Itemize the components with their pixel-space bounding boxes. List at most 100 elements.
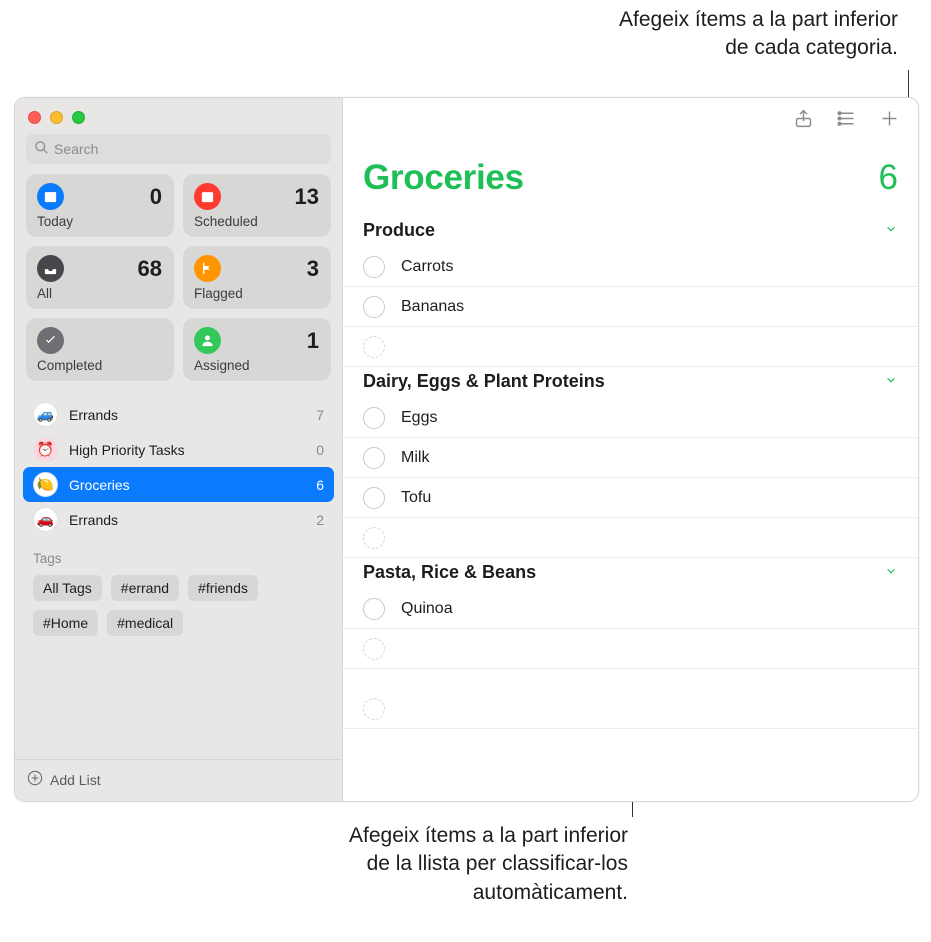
- list-icon: 🍋: [33, 472, 58, 497]
- list-name: Groceries: [69, 477, 130, 493]
- flag-icon: [194, 255, 221, 282]
- section-header-produce[interactable]: Produce: [343, 216, 918, 247]
- search-icon: [34, 140, 54, 158]
- checkbox-placeholder-icon: [363, 336, 385, 358]
- smart-list-scheduled[interactable]: 13 Scheduled: [183, 174, 331, 237]
- my-lists: 🚙 Errands 7 ⏰ High Priority Tasks 0 🍋 Gr…: [15, 391, 342, 537]
- list-name: Errands: [69, 407, 118, 423]
- checkbox[interactable]: [363, 256, 385, 278]
- add-item-bottom-placeholder[interactable]: .: [343, 689, 918, 729]
- smart-lists-grid: 0 Today 13 Scheduled 68 All: [15, 174, 342, 391]
- list-count: 2: [316, 512, 324, 528]
- tag-all[interactable]: All Tags: [33, 575, 102, 601]
- reminder-text: Eggs: [401, 409, 898, 427]
- checkbox[interactable]: [363, 407, 385, 429]
- add-list-label: Add List: [50, 772, 101, 788]
- calendar-icon: [194, 183, 221, 210]
- list-icon: 🚗: [33, 507, 58, 532]
- reminder-text: Bananas: [401, 298, 898, 316]
- main-pane: Groceries 6 Produce Carrots Bananas .: [343, 98, 918, 801]
- reminder-text: Milk: [401, 449, 898, 467]
- smart-list-assigned[interactable]: 1 Assigned: [183, 318, 331, 381]
- reminder-item[interactable]: Carrots: [343, 247, 918, 287]
- close-window-button[interactable]: [28, 111, 41, 124]
- list-count: 0: [316, 442, 324, 458]
- view-options-button[interactable]: [836, 108, 857, 133]
- list-total-count: 6: [879, 158, 898, 198]
- reminder-item[interactable]: Milk: [343, 438, 918, 478]
- smart-label: Assigned: [194, 358, 319, 373]
- section-header-dairy[interactable]: Dairy, Eggs & Plant Proteins: [343, 367, 918, 398]
- add-item-placeholder[interactable]: .: [343, 327, 918, 367]
- add-item-placeholder[interactable]: .: [343, 518, 918, 558]
- smart-list-flagged[interactable]: 3 Flagged: [183, 246, 331, 309]
- smart-label: Flagged: [194, 286, 319, 301]
- checkbox-placeholder-icon: [363, 698, 385, 720]
- list-name: High Priority Tasks: [69, 442, 185, 458]
- reminder-item[interactable]: Tofu: [343, 478, 918, 518]
- annotation-bottom: Afegeix ítems a la part inferior de la l…: [208, 822, 628, 907]
- list-title: Groceries: [363, 158, 524, 198]
- smart-count: 1: [307, 328, 319, 354]
- reminder-text: Tofu: [401, 489, 898, 507]
- reminders-content: Produce Carrots Bananas . Dairy, Eggs & …: [343, 216, 918, 729]
- list-header: Groceries 6: [343, 143, 918, 216]
- smart-count: 68: [138, 256, 162, 282]
- list-row-high-priority[interactable]: ⏰ High Priority Tasks 0: [23, 432, 334, 467]
- checkbox-placeholder-icon: [363, 638, 385, 660]
- tag-friends[interactable]: #friends: [188, 575, 258, 601]
- list-row-errands[interactable]: 🚙 Errands 7: [23, 397, 334, 432]
- add-list-button[interactable]: Add List: [15, 759, 342, 801]
- smart-list-completed[interactable]: Completed: [26, 318, 174, 381]
- checkbox[interactable]: [363, 447, 385, 469]
- add-item-placeholder[interactable]: .: [343, 629, 918, 669]
- chevron-down-icon: [884, 371, 898, 392]
- section-title: Produce: [363, 220, 435, 241]
- share-button[interactable]: [793, 108, 814, 133]
- smart-list-all[interactable]: 68 All: [26, 246, 174, 309]
- section-header-pasta[interactable]: Pasta, Rice & Beans: [343, 558, 918, 589]
- new-reminder-button[interactable]: [879, 108, 900, 133]
- tag-home[interactable]: #Home: [33, 610, 98, 636]
- reminder-item[interactable]: Quinoa: [343, 589, 918, 629]
- window-controls: [15, 107, 342, 134]
- list-count: 6: [316, 477, 324, 493]
- toolbar: [343, 98, 918, 143]
- checkbox[interactable]: [363, 487, 385, 509]
- zoom-window-button[interactable]: [72, 111, 85, 124]
- reminder-item[interactable]: Bananas: [343, 287, 918, 327]
- list-row-errands-2[interactable]: 🚗 Errands 2: [23, 502, 334, 537]
- list-icon: 🚙: [33, 402, 58, 427]
- calendar-icon: [37, 183, 64, 210]
- reminder-item[interactable]: Eggs: [343, 398, 918, 438]
- smart-label: All: [37, 286, 162, 301]
- tray-icon: [37, 255, 64, 282]
- list-row-groceries[interactable]: 🍋 Groceries 6: [23, 467, 334, 502]
- chevron-down-icon: [884, 562, 898, 583]
- smart-label: Today: [37, 214, 162, 229]
- tag-medical[interactable]: #medical: [107, 610, 183, 636]
- smart-label: Completed: [37, 358, 162, 373]
- checkbox[interactable]: [363, 598, 385, 620]
- list-count: 7: [316, 407, 324, 423]
- reminder-text: Quinoa: [401, 600, 898, 618]
- smart-list-today[interactable]: 0 Today: [26, 174, 174, 237]
- reminder-text: Carrots: [401, 258, 898, 276]
- minimize-window-button[interactable]: [50, 111, 63, 124]
- tag-errand[interactable]: #errand: [111, 575, 179, 601]
- tags-section: Tags All Tags #errand #friends #Home #me…: [15, 537, 342, 644]
- checkmark-icon: [37, 327, 64, 354]
- smart-count: 3: [307, 256, 319, 282]
- plus-circle-icon: [27, 770, 43, 789]
- section-title: Dairy, Eggs & Plant Proteins: [363, 371, 605, 392]
- app-window: Search 0 Today 13 Scheduled 68: [14, 97, 919, 802]
- search-input[interactable]: Search: [26, 134, 331, 164]
- list-name: Errands: [69, 512, 118, 528]
- smart-count: 13: [295, 184, 319, 210]
- checkbox[interactable]: [363, 296, 385, 318]
- chevron-down-icon: [884, 220, 898, 241]
- person-icon: [194, 327, 221, 354]
- checkbox-placeholder-icon: [363, 527, 385, 549]
- smart-count: 0: [150, 184, 162, 210]
- search-placeholder: Search: [54, 141, 98, 157]
